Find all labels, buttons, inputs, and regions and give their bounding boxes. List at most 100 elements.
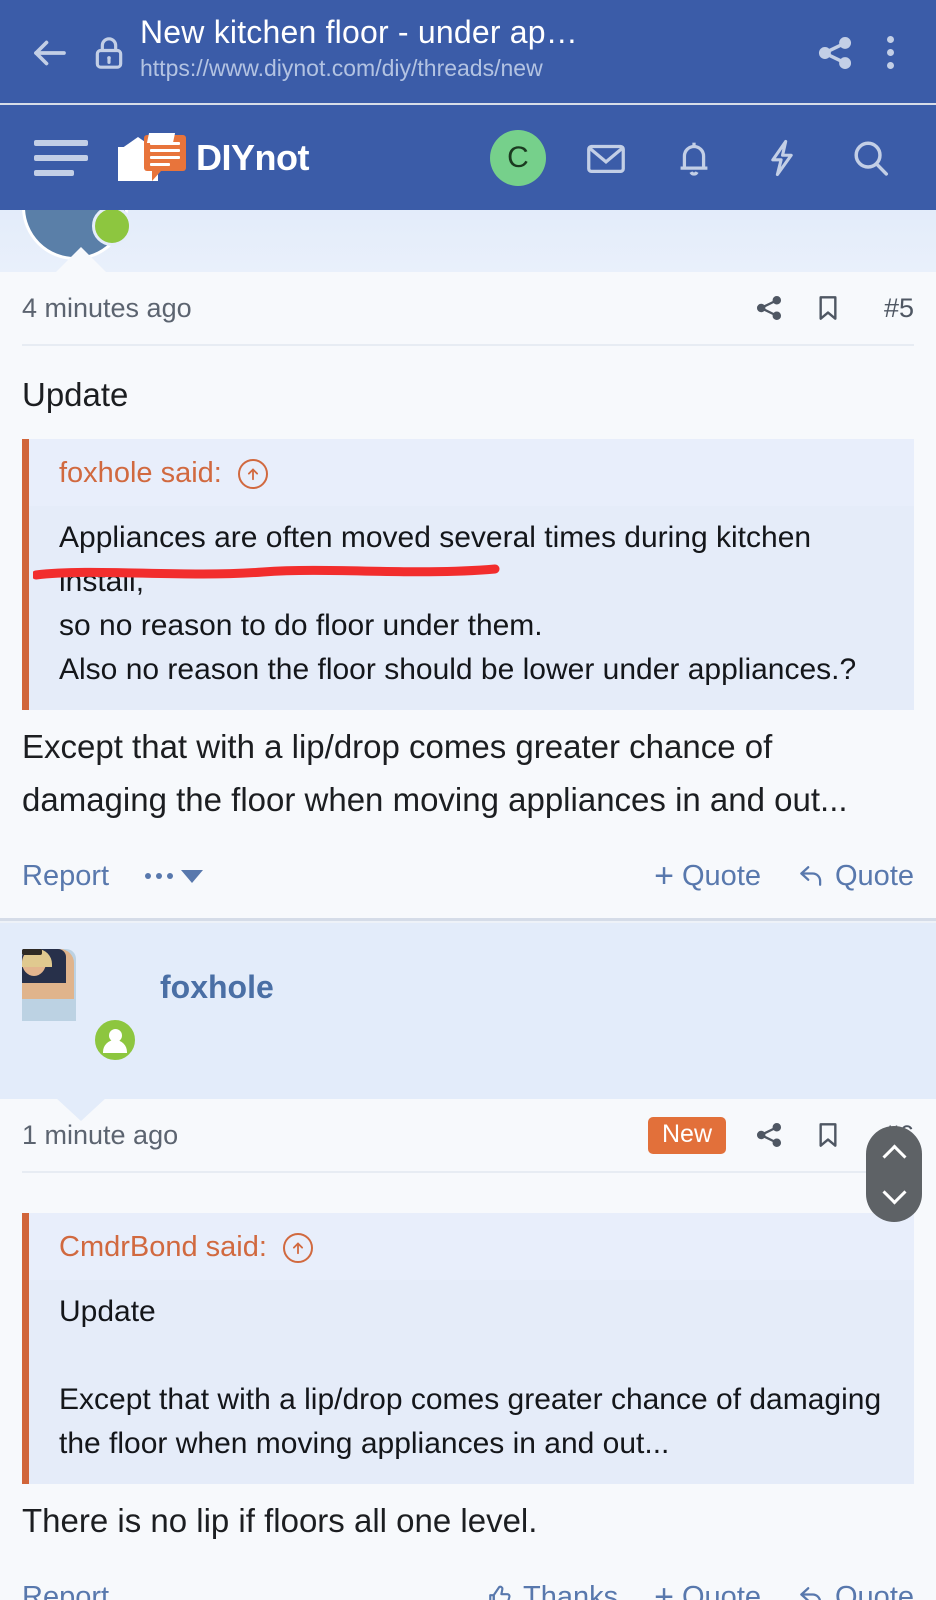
post-meta-row: 1 minute ago New: [22, 1099, 914, 1173]
plus-icon: +: [654, 1578, 674, 1600]
hamburger-menu-icon: [34, 139, 88, 146]
alerts-button[interactable]: [650, 105, 738, 210]
reply-arrow-icon: [800, 866, 822, 886]
search-icon: [854, 141, 889, 176]
thread-content: 4 minutes ago #5 Update foxhole said: Ap…: [0, 210, 936, 1600]
quote-text: Update Except that with a lip/drop comes…: [29, 1280, 914, 1484]
back-button[interactable]: [22, 0, 78, 105]
inbox-icon: [587, 144, 625, 173]
site-logo-text: DIYnot: [196, 136, 309, 178]
post-caret: [55, 247, 107, 272]
scroll-control: [866, 1126, 922, 1222]
quote-header[interactable]: CmdrBond said:: [29, 1213, 914, 1280]
previous-post-avatar-strip: [0, 210, 936, 272]
site-header: DIYnot C: [0, 105, 936, 210]
post-body: CmdrBond said: Update Except that with a…: [22, 1173, 914, 1547]
site-logo[interactable]: DIYnot: [118, 132, 309, 181]
page-title: New kitchen floor - under ap…: [140, 14, 579, 50]
site-security-button[interactable]: [78, 0, 140, 105]
multiquote-button[interactable]: + Quote: [654, 859, 761, 893]
reply-quote-label: Quote: [835, 859, 914, 892]
thumbs-up-icon: [489, 1585, 511, 1600]
post-6-author-header: foxhole: [0, 923, 936, 1121]
quote-line: so no reason to do floor under them.: [59, 609, 543, 642]
back-arrow-icon: [34, 40, 66, 65]
post-6: 1 minute ago New CmdrBond said: Update E…: [0, 1099, 936, 1600]
lightning-icon: [771, 139, 793, 176]
post-timestamp[interactable]: 1 minute ago: [22, 1120, 178, 1151]
online-status-badge: [92, 1017, 138, 1063]
quote-line: Except that with a lip/drop comes greate…: [59, 1383, 882, 1416]
address-bar[interactable]: New kitchen floor - under ap… https://ww…: [140, 0, 804, 83]
post-caret: [55, 1097, 107, 1121]
multiquote-button[interactable]: + Quote: [654, 1580, 761, 1600]
post-text-line: There is no lip if floors all one level.: [22, 1502, 538, 1539]
quote-line-blank: [59, 1334, 896, 1378]
more-options-button[interactable]: [145, 869, 204, 883]
quote-block: CmdrBond said: Update Except that with a…: [22, 1213, 914, 1484]
post-bookmark-button[interactable]: [812, 1119, 844, 1151]
jump-to-quote-icon[interactable]: [237, 458, 268, 489]
post-body: Update foxhole said: Appliances are ofte…: [22, 346, 914, 826]
reply-quote-button[interactable]: Quote: [797, 860, 914, 893]
post-actions: Report + Quote Quote: [22, 826, 914, 918]
reply-quote-label: Quote: [835, 1580, 914, 1600]
plus-icon: +: [654, 857, 674, 895]
share-icon: [818, 36, 852, 69]
overflow-menu-icon: [886, 36, 894, 69]
search-button[interactable]: [826, 105, 914, 210]
post-actions: Report Thanks + Quote Quote: [22, 1547, 914, 1600]
quote-line: the floor when moving appliances in and …: [59, 1427, 670, 1460]
user-avatar-button[interactable]: C: [474, 105, 562, 210]
user-initial-avatar: C: [490, 129, 546, 186]
quote-line: Appliances are often moved several times…: [59, 521, 812, 598]
browser-share-button[interactable]: [804, 0, 866, 105]
post-share-button[interactable]: [752, 291, 786, 325]
scroll-down-button[interactable]: [884, 1184, 904, 1204]
thanks-label: Thanks: [523, 1580, 619, 1600]
bell-icon: [680, 142, 708, 176]
post-text-line: damaging the floor when moving appliance…: [22, 781, 848, 818]
more-options-icon: [145, 873, 174, 879]
quote-line: Update: [59, 1295, 156, 1328]
post-author-name[interactable]: foxhole: [160, 949, 274, 1006]
post-share-button[interactable]: [752, 1118, 786, 1152]
quote-block: foxhole said: Appliances are often moved…: [22, 439, 914, 710]
inbox-button[interactable]: [562, 105, 650, 210]
chevron-down-icon: [181, 869, 204, 883]
multiquote-label: Quote: [682, 1580, 761, 1600]
browser-menu-button[interactable]: [866, 0, 914, 105]
online-status-badge: [92, 210, 132, 246]
avatar[interactable]: [22, 949, 138, 1063]
jump-to-quote-icon[interactable]: [282, 1232, 313, 1263]
quote-line: Also no reason the floor should be lower…: [59, 653, 857, 686]
post-number[interactable]: #5: [870, 293, 914, 324]
lock-icon: [95, 36, 123, 69]
share-icon: [756, 295, 782, 321]
nav-menu-button[interactable]: [22, 139, 88, 176]
post-text-line: Except that with a lip/drop comes greate…: [22, 728, 773, 765]
bookmark-icon: [819, 296, 837, 320]
header-icon-group: C: [474, 105, 914, 210]
reply-arrow-icon: [800, 1587, 821, 1600]
quote-header[interactable]: foxhole said:: [29, 439, 914, 506]
post-5: 4 minutes ago #5 Update foxhole said: Ap…: [0, 272, 936, 918]
quote-author-label: CmdrBond said:: [59, 1231, 267, 1263]
thanks-button[interactable]: Thanks: [485, 1581, 618, 1600]
quote-text: Appliances are often moved several times…: [29, 506, 914, 710]
post-meta-row: 4 minutes ago #5: [22, 272, 914, 346]
quote-author-label: foxhole said:: [59, 457, 222, 489]
report-button[interactable]: Report: [22, 1581, 109, 1600]
whats-new-button[interactable]: [738, 105, 826, 210]
post-intro-text: Update: [22, 376, 129, 413]
browser-toolbar: New kitchen floor - under ap… https://ww…: [0, 0, 936, 105]
app-screen: New kitchen floor - under ap… https://ww…: [0, 0, 936, 1600]
report-button[interactable]: Report: [22, 860, 109, 893]
share-icon: [756, 1122, 782, 1148]
page-url: https://www.diynot.com/diy/threads/new: [140, 55, 543, 81]
diynot-logo-icon: [118, 132, 190, 181]
post-bookmark-button[interactable]: [812, 292, 844, 324]
reply-quote-button[interactable]: Quote: [797, 1581, 914, 1600]
post-timestamp[interactable]: 4 minutes ago: [22, 293, 192, 324]
scroll-up-button[interactable]: [884, 1144, 904, 1164]
